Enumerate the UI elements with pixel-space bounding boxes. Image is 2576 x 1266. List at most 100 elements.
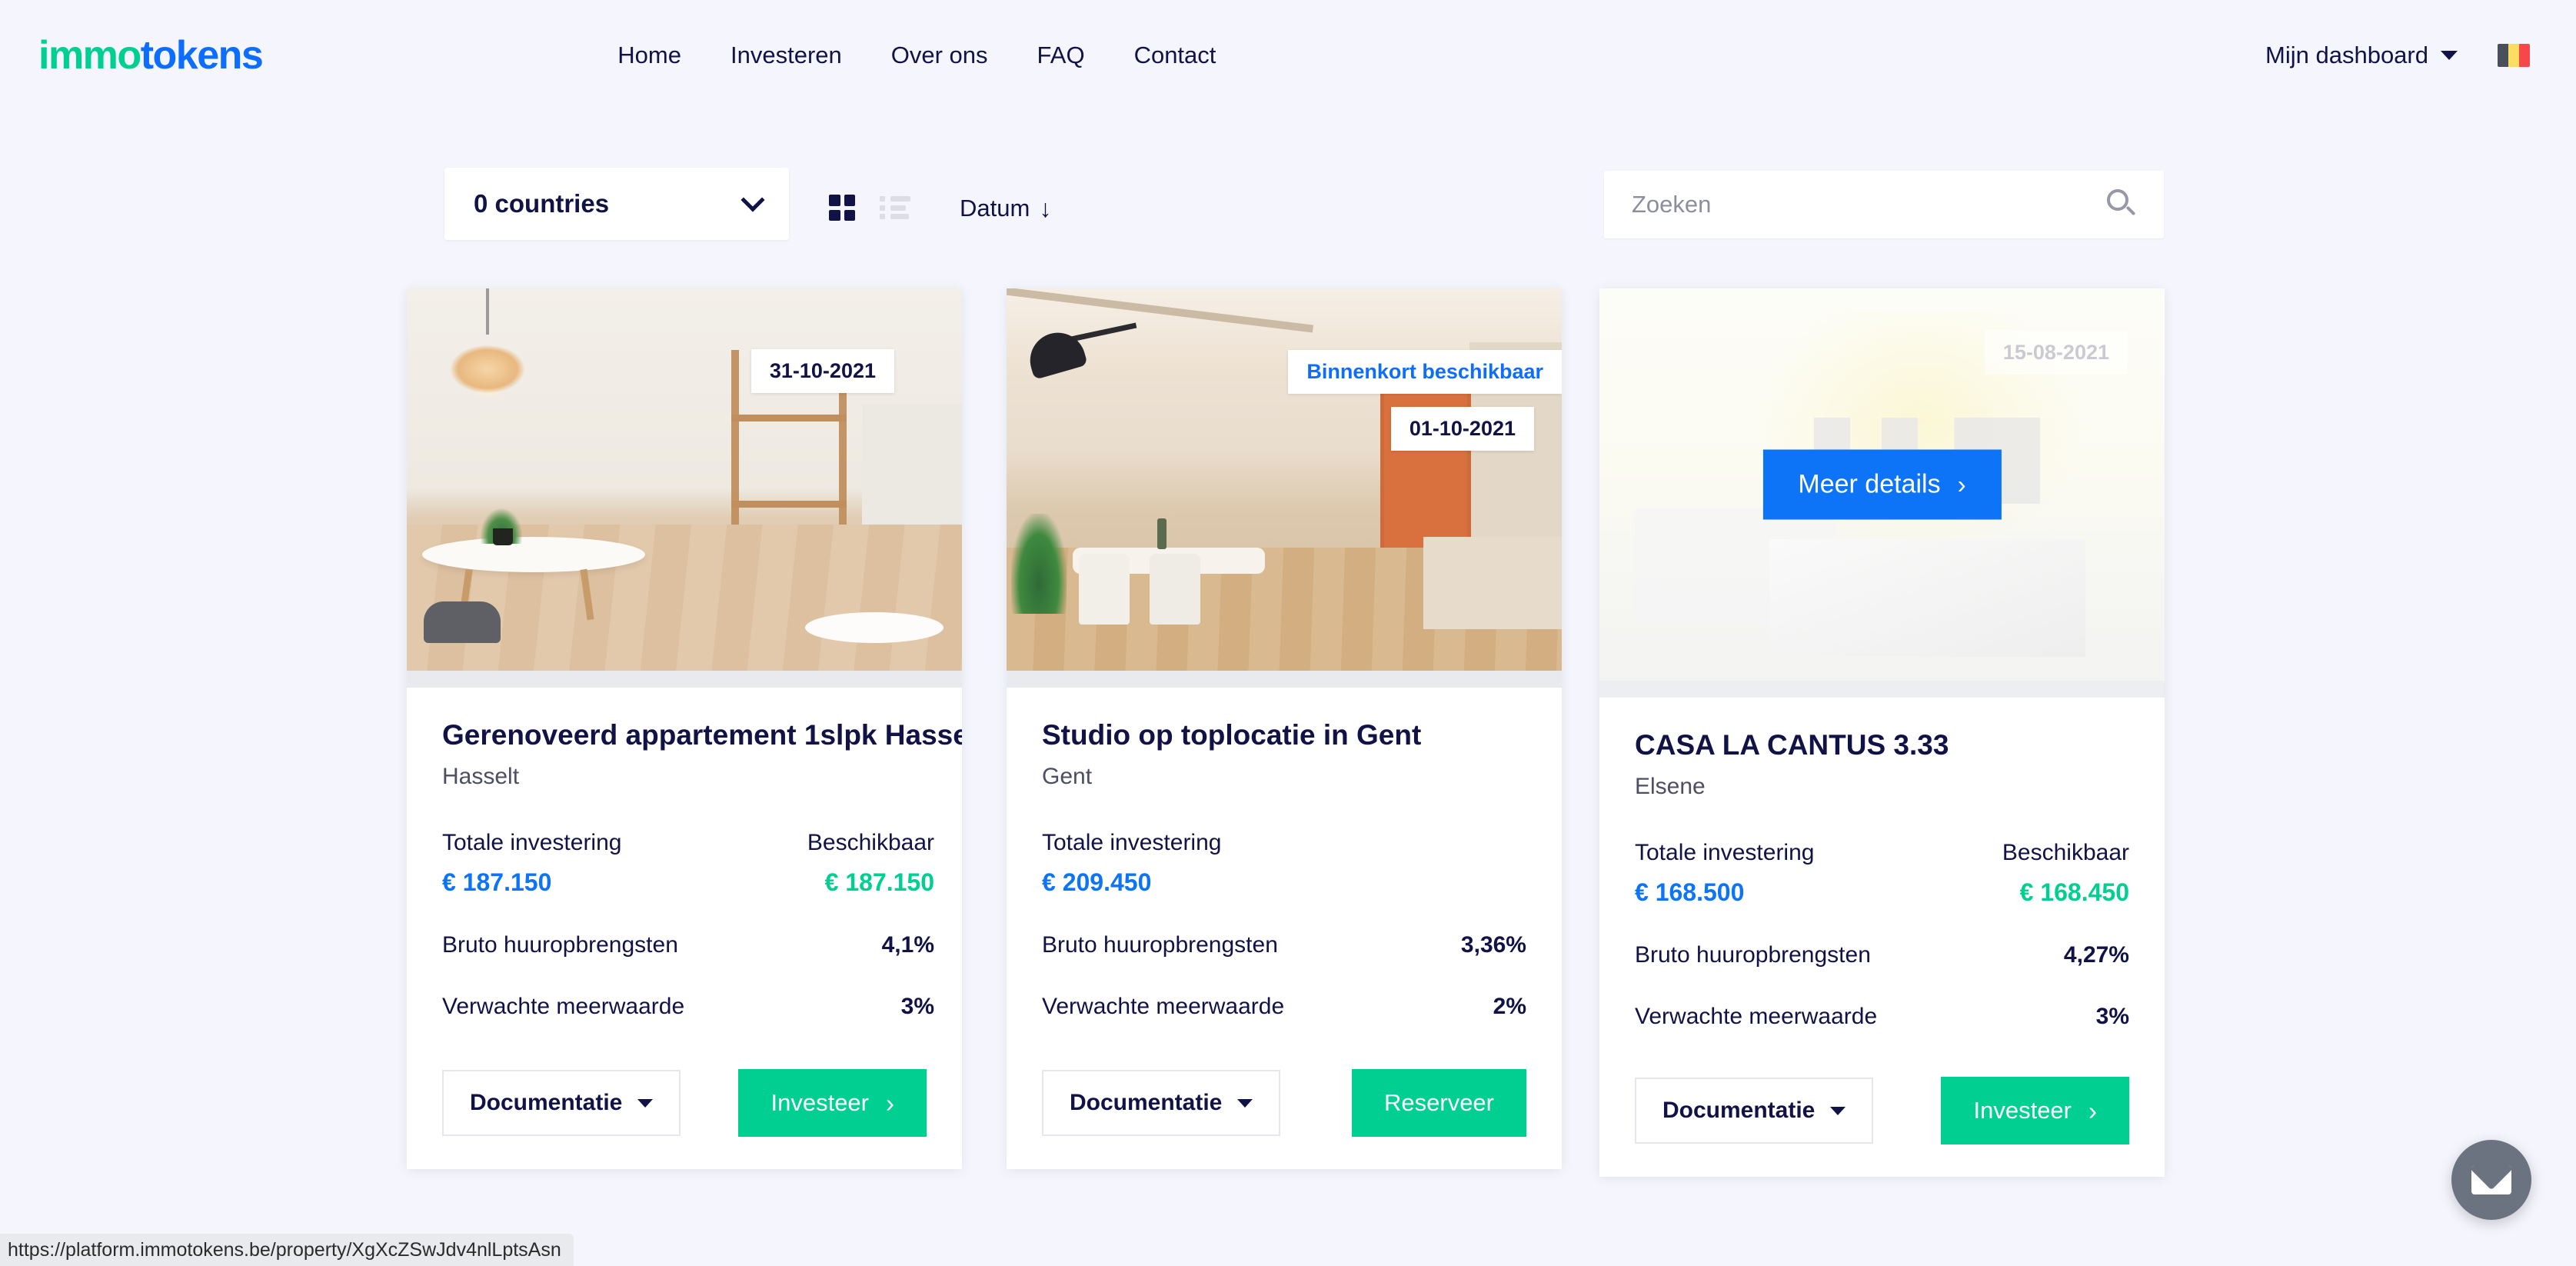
reserve-label: Reserveer [1384, 1089, 1494, 1116]
total-investment-block: Totale investering € 209.450 [1042, 830, 1221, 897]
total-investment-block: Totale investering € 168.500 [1635, 840, 1814, 907]
list-bullet [880, 214, 885, 219]
gross-yield-label: Bruto huuropbrengsten [442, 931, 678, 958]
header-right-group: Mijn dashboard [2265, 0, 2530, 110]
country-filter-dropdown[interactable]: 0 countries [444, 168, 789, 240]
chevron-right-icon: › [1957, 470, 1966, 499]
property-city: Gent [1042, 763, 1093, 789]
belgium-flag-icon[interactable] [2498, 43, 2530, 67]
investment-summary: Totale investering € 187.150 Beschikbaar… [442, 830, 934, 897]
search-circle [2107, 189, 2128, 211]
expected-added-value-label: Verwachte meerwaarde [442, 993, 685, 1019]
expected-added-value-label: Verwachte meerwaarde [1635, 1003, 1878, 1029]
list-bar [890, 205, 906, 211]
grid-cell [844, 209, 855, 221]
site-logo[interactable]: immotokens [38, 32, 264, 78]
property-image[interactable]: 31-10-2021 [407, 288, 962, 671]
invest-button[interactable]: Investeer › [738, 1069, 927, 1137]
card-actions: Documentatie Investeer › [442, 1069, 927, 1137]
country-filter-label: 0 countries [474, 189, 610, 218]
property-card[interactable]: 15-08-2021 Meer details › CASA LA CANTUS… [1599, 288, 2165, 1177]
available-label: Beschikbaar [807, 829, 934, 855]
total-investment-label: Totale investering [1635, 839, 1815, 865]
view-mode-toggle [829, 195, 910, 221]
search-input[interactable] [1632, 191, 2062, 218]
chevron-down-icon [637, 1098, 654, 1108]
date-badge: 31-10-2021 [751, 349, 894, 393]
nav-item-over-ons[interactable]: Over ons [867, 42, 1013, 69]
flag-band-yellow [2508, 43, 2519, 67]
logo-text-immo: immo [38, 32, 141, 78]
chevron-right-icon: › [886, 1088, 894, 1118]
gross-yield-row: Bruto huuropbrengsten 3,36% [1042, 932, 1526, 958]
envelope-icon [2471, 1165, 2511, 1194]
search-icon[interactable] [2107, 189, 2138, 220]
total-investment-block: Totale investering € 187.150 [442, 830, 621, 897]
property-card[interactable]: Binnenkort beschikbaar 01-10-2021 Studio… [1007, 288, 1562, 1169]
property-title: Gerenoveerd appartement 1slpk Hasselt [442, 719, 962, 751]
nav-item-contact[interactable]: Contact [1110, 42, 1241, 69]
my-dashboard-menu[interactable]: Mijn dashboard [2265, 42, 2458, 69]
available-block: Beschikbaar € 187.150 [807, 830, 934, 897]
property-card[interactable]: 31-10-2021 Gerenoveerd appartement 1slpk… [407, 288, 962, 1169]
expected-added-value-row: Verwachte meerwaarde 2% [1042, 994, 1526, 1020]
image-progress-strip [1599, 681, 2165, 698]
documentation-button[interactable]: Documentatie [1042, 1070, 1281, 1136]
contact-fab-button[interactable] [2451, 1140, 2531, 1220]
invest-label: Investeer [770, 1089, 869, 1116]
list-view-icon[interactable] [880, 196, 910, 219]
expected-added-value-row: Verwachte meerwaarde 3% [442, 994, 934, 1020]
nav-item-faq[interactable]: FAQ [1013, 42, 1110, 69]
chevron-down-icon [741, 188, 765, 212]
grid-view-icon[interactable] [829, 195, 855, 221]
more-details-label: Meer details [1798, 469, 1941, 499]
list-bar [890, 214, 909, 219]
investment-summary: Totale investering € 168.500 Beschikbaar… [1635, 840, 2129, 907]
gross-yield-value: 4,27% [2063, 941, 2129, 968]
date-badge: 15-08-2021 [1984, 331, 2128, 375]
photo-detail [422, 537, 645, 572]
documentation-button[interactable]: Documentatie [1635, 1078, 1874, 1144]
expected-added-value-row: Verwachte meerwaarde 3% [1635, 1004, 2129, 1030]
list-line [880, 214, 910, 219]
nav-item-home[interactable]: Home [593, 42, 706, 69]
available-value: € 168.450 [2019, 878, 2129, 906]
my-dashboard-label: Mijn dashboard [2265, 41, 2428, 68]
property-image[interactable]: Binnenkort beschikbaar 01-10-2021 [1007, 288, 1562, 671]
property-title: CASA LA CANTUS 3.33 [1635, 729, 1949, 761]
list-bullet [880, 205, 885, 211]
image-progress-strip [1007, 671, 1562, 688]
reserve-button[interactable]: Reserveer [1352, 1069, 1526, 1137]
expected-added-value-value: 3% [900, 993, 934, 1019]
invest-button[interactable]: Investeer › [1941, 1077, 2129, 1144]
photo-detail [1011, 514, 1067, 614]
nav-item-investeren[interactable]: Investeren [706, 42, 867, 69]
available-block: Beschikbaar € 168.450 [2002, 840, 2129, 907]
documentation-label: Documentatie [1070, 1090, 1223, 1115]
chevron-down-icon [1237, 1098, 1253, 1108]
flag-band-black [2498, 43, 2508, 67]
documentation-button[interactable]: Documentatie [442, 1070, 681, 1136]
list-bullet [880, 196, 885, 202]
search-box [1604, 171, 2164, 238]
property-title: Studio op toplocatie in Gent [1042, 719, 1422, 751]
total-investment-value: € 187.150 [442, 868, 552, 896]
total-investment-label: Totale investering [1042, 829, 1222, 855]
photo-detail [424, 601, 501, 643]
total-investment-label: Totale investering [442, 829, 622, 855]
arrow-down-icon: ↓ [1039, 195, 1052, 222]
main-nav: Home Investeren Over ons FAQ Contact [593, 42, 1240, 69]
card-body: Studio op toplocatie in Gent Gent Totale… [1007, 688, 1562, 1020]
chevron-down-icon [1830, 1106, 1846, 1115]
more-details-button[interactable]: Meer details › [1762, 449, 2002, 520]
total-investment-value: € 209.450 [1042, 868, 1152, 896]
chevron-down-icon [2441, 50, 2458, 60]
sort-control[interactable]: Datum ↓ [960, 195, 1051, 222]
grid-cell [829, 209, 840, 221]
gross-yield-row: Bruto huuropbrengsten 4,27% [1635, 942, 2129, 968]
chevron-right-icon: › [2088, 1096, 2097, 1125]
gross-yield-value: 4,1% [881, 931, 934, 958]
grid-cell [829, 195, 840, 206]
status-badge: Binnenkort beschikbaar [1288, 350, 1562, 394]
property-image[interactable]: 15-08-2021 Meer details › [1599, 288, 2165, 681]
